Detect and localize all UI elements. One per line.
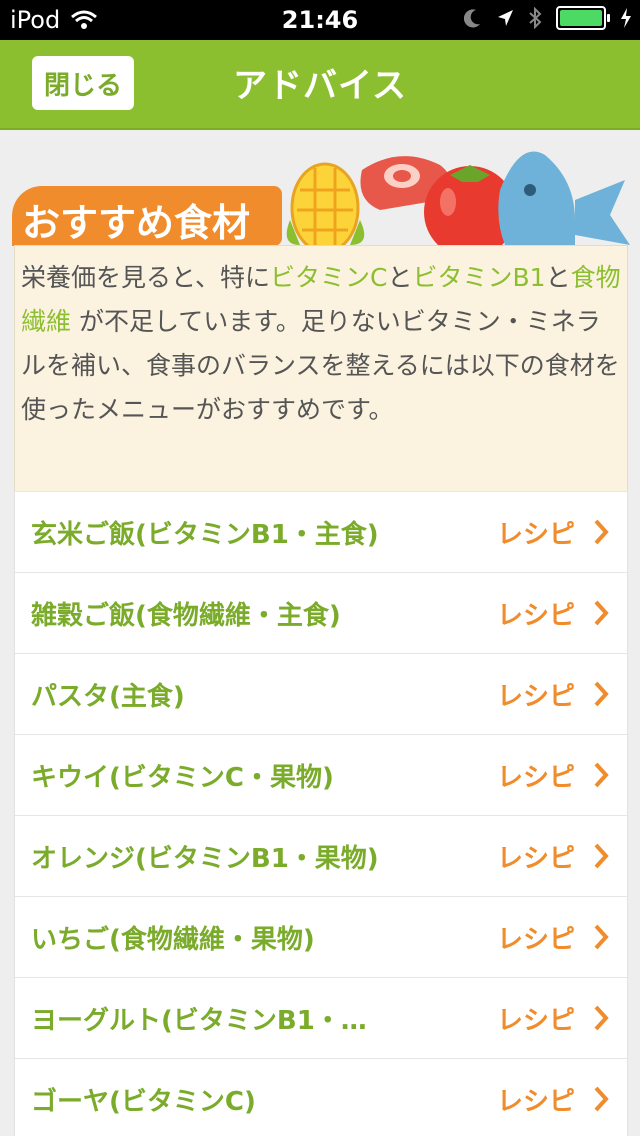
status-bar: iPod 21:46	[0, 0, 640, 40]
location-icon	[498, 10, 513, 26]
charging-icon	[621, 8, 631, 28]
chevron-right-icon	[594, 1005, 609, 1031]
bluetooth-icon	[529, 7, 542, 29]
chevron-right-icon	[594, 1086, 609, 1112]
navigation-bar: 閉じる アドバイス	[0, 40, 640, 130]
list-item[interactable]: ヨーグルト(ビタミンB1・… レシピ	[15, 977, 627, 1058]
advice-text-part: が不足しています。足りないビタミン・ミネラルを補い、食事のバランスを整えるには以…	[21, 307, 620, 424]
advice-text-part: と	[387, 263, 413, 292]
section-title: おすすめ食材	[22, 201, 251, 245]
list-item[interactable]: オレンジ(ビタミンB1・果物) レシピ	[15, 815, 627, 896]
chevron-right-icon	[594, 519, 609, 545]
battery-icon	[556, 6, 610, 30]
advice-text-part: と	[545, 263, 571, 292]
recommended-foods-header: おすすめ食材	[0, 140, 640, 246]
list-item[interactable]: 雑穀ご飯(食物繊維・主食) レシピ	[15, 572, 627, 653]
food-name: ゴーヤ(ビタミンC)	[31, 1087, 256, 1117]
chevron-right-icon	[594, 762, 609, 788]
recipe-link[interactable]: レシピ	[497, 595, 575, 632]
advice-text: 栄養価を見ると、特にビタミンCとビタミンB1と食物繊維 が不足しています。足りな…	[21, 256, 621, 432]
list-item[interactable]: 玄米ご飯(ビタミンB1・主食) レシピ	[15, 491, 627, 572]
food-name: パスタ(主食)	[31, 682, 185, 712]
page-title: アドバイス	[233, 66, 407, 106]
recipe-link[interactable]: レシピ	[497, 1081, 575, 1118]
list-item[interactable]: パスタ(主食) レシピ	[15, 653, 627, 734]
recipe-link[interactable]: レシピ	[497, 757, 575, 794]
moon-icon	[464, 9, 480, 28]
chevron-right-icon	[594, 681, 609, 707]
food-name: 玄米ご飯(ビタミンB1・主食)	[31, 520, 379, 550]
advice-text-part: 栄養価を見ると、特に	[21, 263, 271, 292]
food-list: 玄米ご飯(ビタミンB1・主食) レシピ 雑穀ご飯(食物繊維・主食) レシピ パス…	[14, 491, 628, 1136]
food-name: いちご(食物繊維・果物)	[31, 925, 315, 955]
chevron-right-icon	[594, 600, 609, 626]
food-name: ヨーグルト(ビタミンB1・…	[31, 1006, 367, 1036]
recipe-link[interactable]: レシピ	[497, 919, 575, 956]
keyword-vitamin-c: ビタミンC	[270, 263, 388, 292]
corn-icon	[286, 162, 365, 245]
list-item[interactable]: ゴーヤ(ビタミンC) レシピ	[15, 1058, 627, 1136]
keyword-vitamin-b1: ビタミンB1	[412, 263, 546, 292]
advice-box: 栄養価を見ると、特にビタミンCとビタミンB1と食物繊維 が不足しています。足りな…	[14, 245, 628, 492]
fish-icon	[498, 151, 630, 245]
recipe-link[interactable]: レシピ	[497, 676, 575, 713]
chevron-right-icon	[594, 924, 609, 950]
list-item[interactable]: いちご(食物繊維・果物) レシピ	[15, 896, 627, 977]
recipe-link[interactable]: レシピ	[497, 514, 575, 551]
recipe-link[interactable]: レシピ	[497, 838, 575, 875]
food-name: キウイ(ビタミンC・果物)	[31, 763, 334, 793]
chevron-right-icon	[594, 843, 609, 869]
status-right	[464, 6, 632, 30]
list-item[interactable]: キウイ(ビタミンC・果物) レシピ	[15, 734, 627, 815]
food-name: 雑穀ご飯(食物繊維・主食)	[31, 601, 341, 631]
food-name: オレンジ(ビタミンB1・果物)	[31, 844, 379, 874]
recipe-link[interactable]: レシピ	[497, 1000, 575, 1037]
